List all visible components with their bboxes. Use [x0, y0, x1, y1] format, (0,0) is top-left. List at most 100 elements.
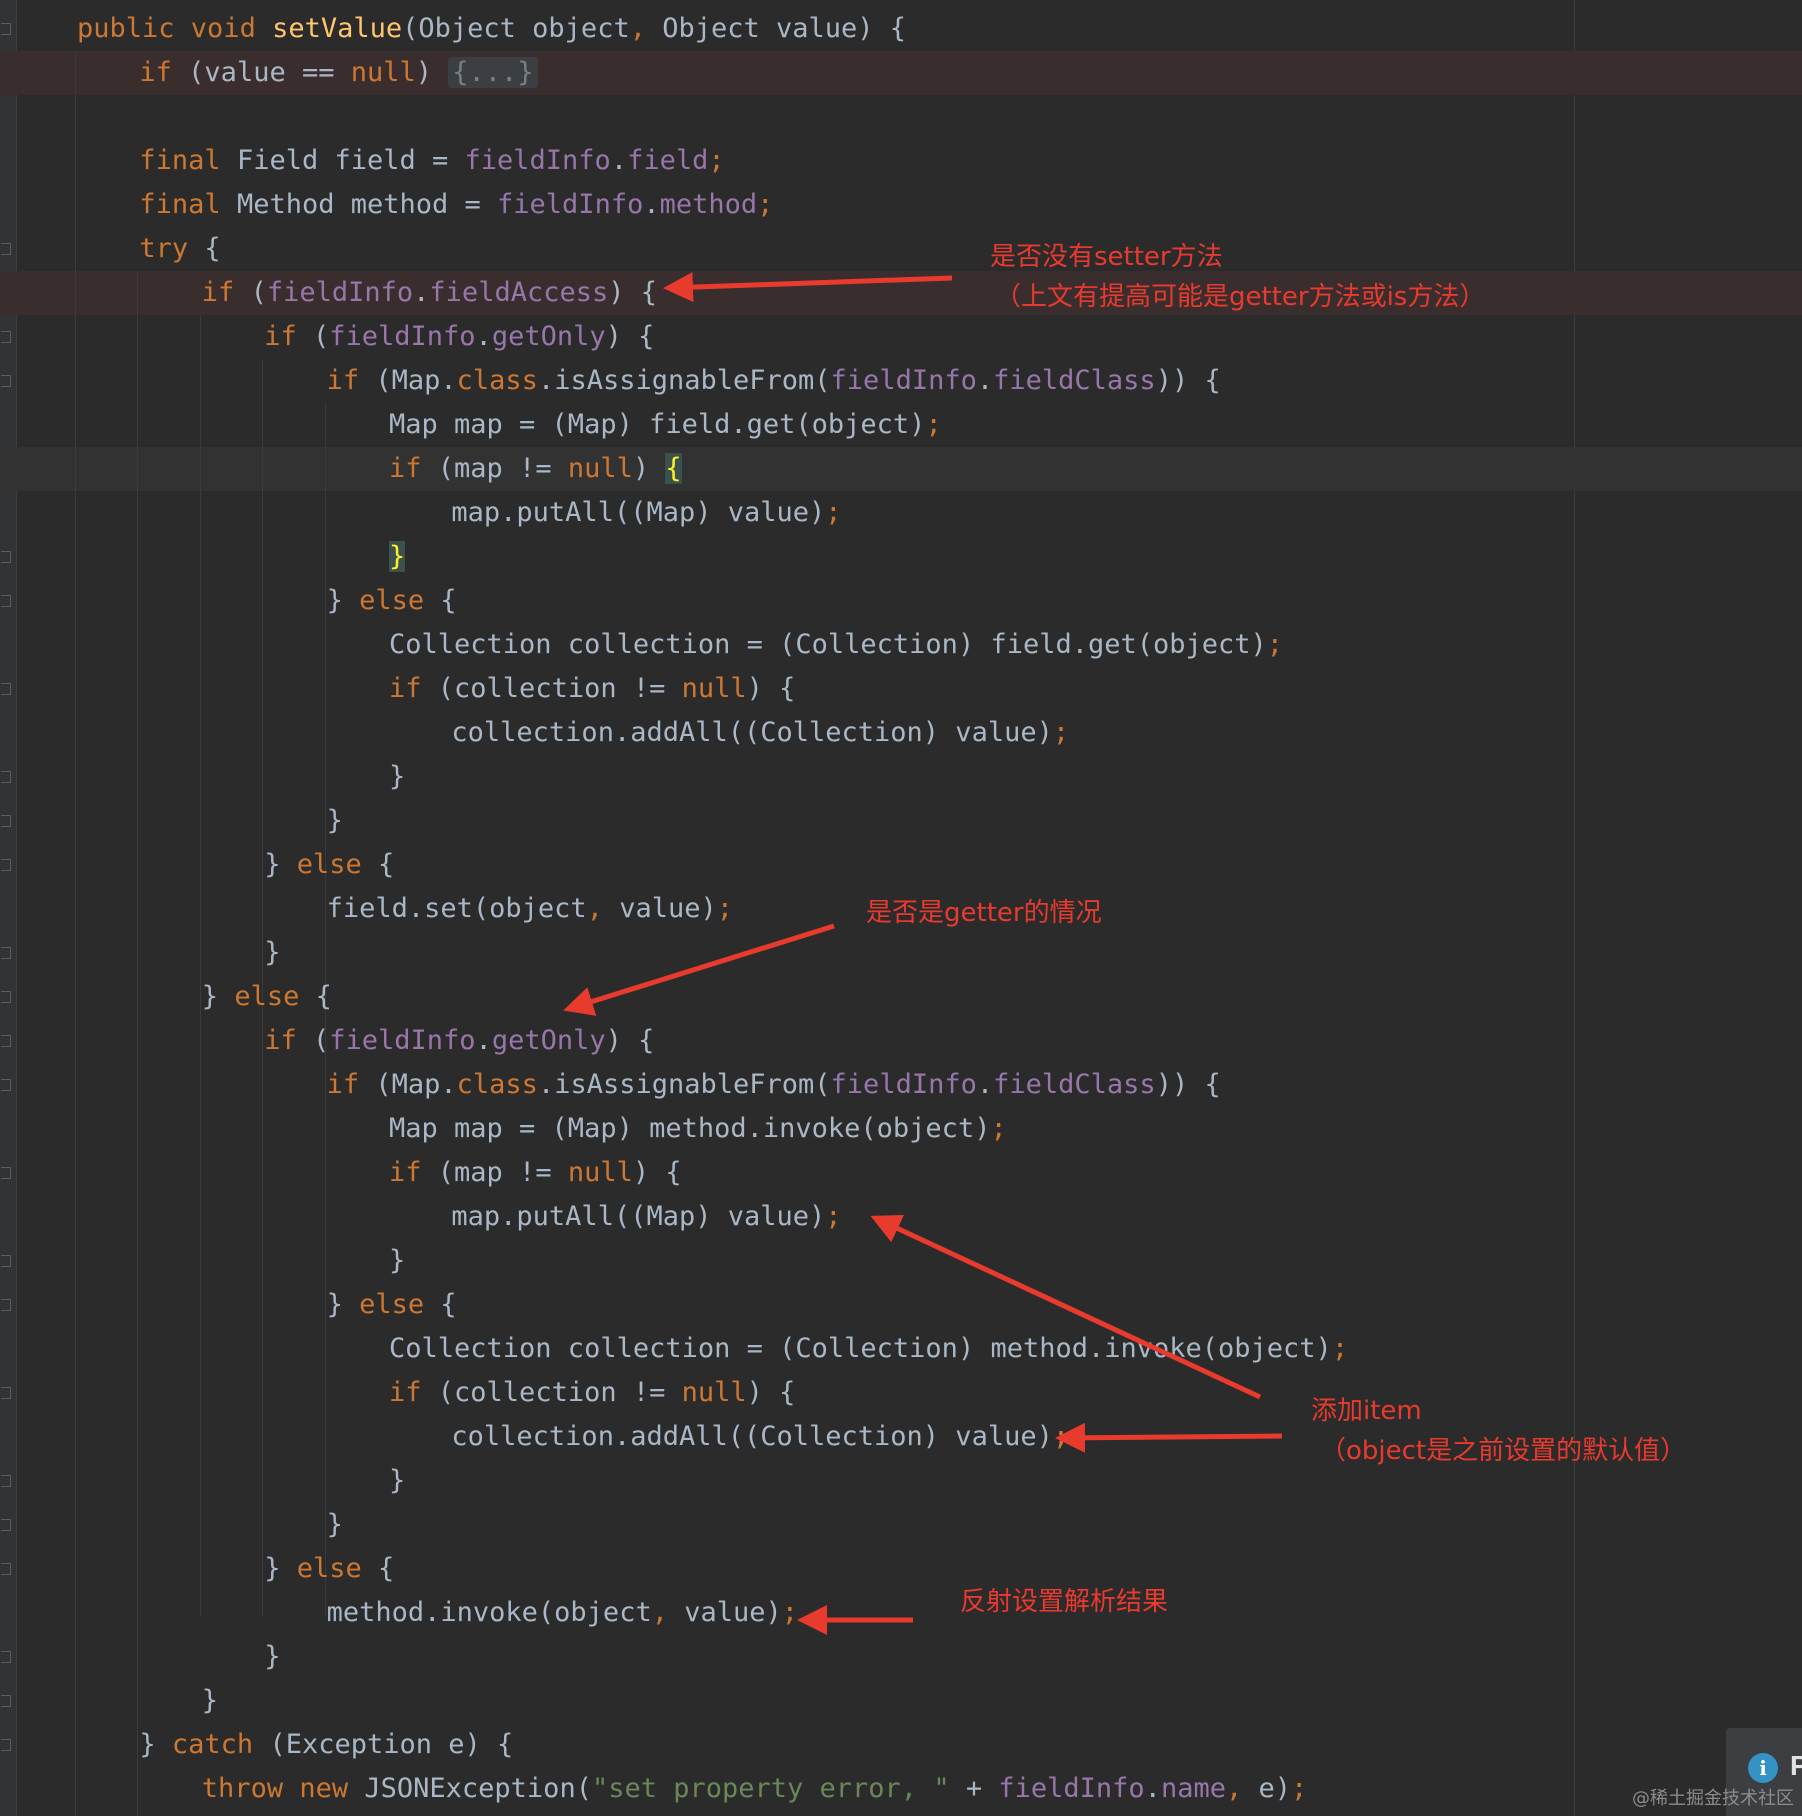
code-token: ,	[629, 13, 663, 44]
code-line[interactable]: } else {	[327, 579, 457, 623]
code-token: .	[1144, 1773, 1161, 1804]
code-token: else	[296, 849, 378, 880]
code-token: }	[326, 805, 343, 836]
code-line[interactable]: map.putAll((Map) value);	[451, 491, 841, 535]
fold-marker-icon[interactable]	[1, 683, 11, 695]
code-token: .	[475, 321, 492, 352]
fold-marker-icon[interactable]	[1, 1651, 11, 1663]
code-line[interactable]: if (fieldInfo.getOnly) {	[264, 315, 654, 359]
fold-marker-icon[interactable]	[1, 1299, 11, 1311]
code-line[interactable]: if (fieldInfo.getOnly) {	[264, 1019, 654, 1063]
code-token: fieldInfo	[266, 277, 414, 308]
code-token: new	[299, 1773, 365, 1804]
code-line[interactable]: } else {	[264, 1547, 394, 1591]
fold-marker-icon[interactable]	[1, 1519, 11, 1531]
indent-guide	[75, 51, 76, 1816]
code-line[interactable]: if (collection != null) {	[389, 667, 795, 711]
code-token: ,	[586, 893, 620, 924]
code-token: ) {	[746, 673, 796, 704]
code-line[interactable]: }	[389, 535, 406, 579]
fold-marker-icon[interactable]	[1, 947, 11, 959]
code-token: .	[610, 145, 628, 176]
code-token: getOnly	[491, 1025, 606, 1056]
code-line[interactable]: } else {	[327, 1283, 457, 1327]
code-line[interactable]: }	[389, 1239, 405, 1283]
code-line[interactable]: collection.addAll((Collection) value);	[451, 711, 1069, 755]
code-token: (Object object	[402, 13, 630, 44]
code-token: {	[440, 585, 457, 616]
fold-marker-icon[interactable]	[1, 859, 11, 871]
fold-marker-icon[interactable]	[1, 1563, 11, 1575]
code-line[interactable]: if (Map.class.isAssignableFrom(fieldInfo…	[327, 359, 1221, 403]
code-line[interactable]: public void setValue(Object object, Obje…	[77, 7, 906, 51]
code-line[interactable]: if (map != null) {	[389, 447, 682, 491]
fold-marker-icon[interactable]	[1, 23, 11, 35]
fold-marker-icon[interactable]	[1, 331, 11, 343]
code-line[interactable]: Collection collection = (Collection) fie…	[389, 623, 1283, 667]
code-line[interactable]: Map map = (Map) field.get(object);	[389, 403, 942, 447]
code-line[interactable]: }	[327, 1503, 343, 1547]
fold-marker-icon[interactable]	[1, 551, 11, 563]
fold-marker-icon[interactable]	[1, 243, 11, 255]
code-line[interactable]: throw new JSONException("set property er…	[202, 1767, 1307, 1811]
code-token: fieldInfo	[329, 321, 476, 352]
code-line[interactable]: final Method method = fieldInfo.method;	[139, 183, 773, 227]
fold-marker-icon[interactable]	[1, 1387, 11, 1399]
code-token: {	[377, 1553, 395, 1584]
code-token: else	[234, 981, 316, 1012]
fold-marker-icon[interactable]	[1, 1739, 11, 1751]
code-line[interactable]: }	[202, 1679, 218, 1723]
code-line[interactable]: } else {	[264, 843, 394, 887]
code-line[interactable]: if (Map.class.isAssignableFrom(fieldInfo…	[327, 1063, 1221, 1107]
code-line[interactable]: if (fieldInfo.fieldAccess) {	[202, 271, 657, 315]
annotation-getter-case: 是否是getter的情况	[866, 898, 1102, 928]
folded-code-block[interactable]: {...}	[448, 57, 538, 88]
fold-marker-icon[interactable]	[1, 1475, 11, 1487]
code-token: null	[681, 673, 747, 704]
code-token: Method method =	[236, 189, 498, 220]
code-line[interactable]: }	[264, 1635, 280, 1679]
code-token: name	[1160, 1773, 1226, 1804]
code-token: ;	[716, 893, 734, 924]
code-token: fieldInfo	[329, 1025, 476, 1056]
fold-marker-icon[interactable]	[1, 771, 11, 783]
code-line[interactable]: if (value == null) {...}	[139, 51, 538, 95]
code-line[interactable]: if (map != null) {	[389, 1151, 682, 1195]
code-line[interactable]: }	[389, 1459, 405, 1503]
code-line[interactable]: } else {	[202, 975, 332, 1019]
fold-marker-icon[interactable]	[1, 375, 11, 387]
code-line[interactable]: Map map = (Map) method.invoke(object);	[389, 1107, 1007, 1151]
info-icon[interactable]: i	[1748, 1753, 1778, 1783]
fold-marker-icon[interactable]	[1, 1035, 11, 1047]
code-line[interactable]: map.putAll((Map) value);	[451, 1195, 841, 1239]
code-token: (map !=	[437, 1157, 568, 1188]
fold-marker-icon[interactable]	[1, 1255, 11, 1267]
code-line[interactable]: method.invoke(object, value);	[327, 1591, 798, 1635]
code-line[interactable]: }	[327, 799, 343, 843]
fold-marker-icon[interactable]	[1, 1167, 11, 1179]
code-line[interactable]: Collection collection = (Collection) met…	[389, 1327, 1348, 1371]
code-token: .	[475, 1025, 492, 1056]
fold-marker-icon[interactable]	[1, 595, 11, 607]
code-token: fieldInfo	[464, 145, 611, 176]
code-line[interactable]: if (collection != null) {	[389, 1371, 795, 1415]
code-token: ;	[925, 409, 942, 440]
code-token: {	[315, 981, 332, 1012]
code-line[interactable]: final Field field = fieldInfo.field;	[139, 139, 724, 183]
code-token: {	[665, 453, 682, 484]
indent-guide	[137, 271, 139, 1816]
code-token: if	[264, 1025, 313, 1056]
code-line[interactable]: }	[389, 755, 405, 799]
code-line[interactable]: } catch (Exception e) {	[139, 1723, 513, 1767]
code-token: ) {	[632, 1157, 682, 1188]
fold-marker-icon[interactable]	[1, 1695, 11, 1707]
fold-marker-icon[interactable]	[1, 815, 11, 827]
code-line[interactable]: collection.addAll((Collection) value);	[451, 1415, 1069, 1459]
fold-marker-icon[interactable]	[1, 991, 11, 1003]
code-token: ;	[1266, 629, 1284, 660]
code-line[interactable]: try {	[139, 227, 220, 271]
code-line[interactable]: field.set(object, value);	[327, 887, 733, 931]
code-token: }	[389, 1465, 406, 1496]
fold-marker-icon[interactable]	[1, 1079, 11, 1091]
code-line[interactable]: }	[264, 931, 280, 975]
